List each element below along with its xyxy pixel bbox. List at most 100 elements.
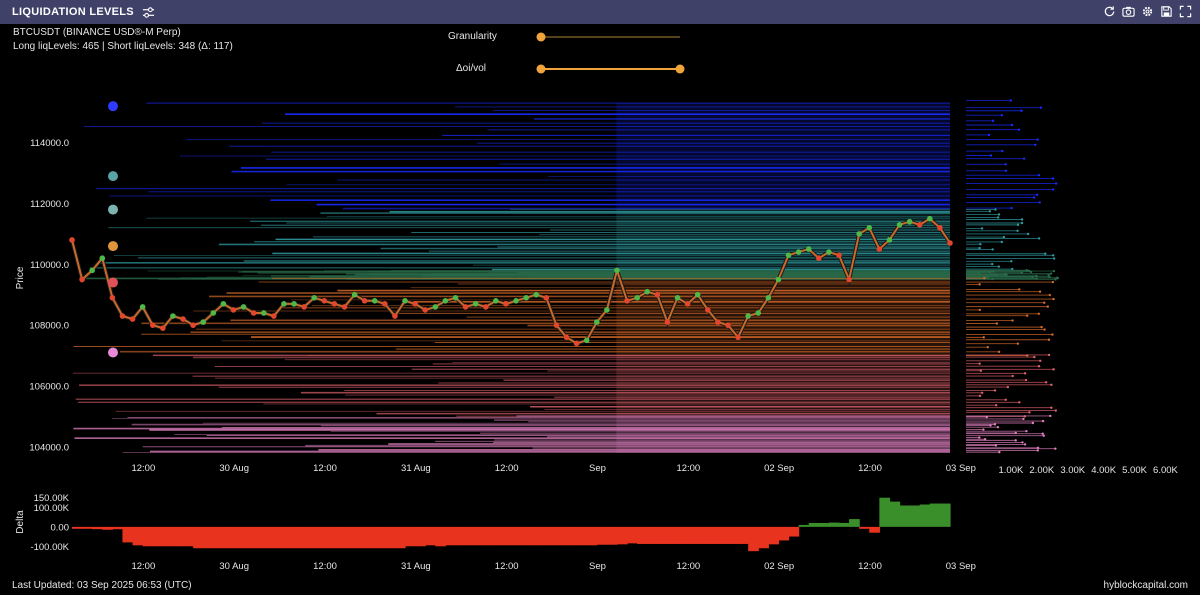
price-point	[412, 301, 418, 307]
histogram-dot	[1016, 229, 1019, 232]
delta-bar	[465, 526, 477, 546]
price-point	[533, 291, 540, 298]
price-point	[816, 255, 822, 262]
histogram-dot	[993, 389, 997, 392]
time-tick-label: 02 Sep	[764, 463, 794, 474]
histogram-dot	[1023, 443, 1027, 446]
price-point	[472, 301, 479, 307]
price-point	[624, 298, 630, 304]
histogram-dot	[1036, 138, 1039, 141]
price-point	[836, 252, 842, 258]
histogram-dot	[980, 391, 984, 394]
delta-bar	[899, 505, 911, 527]
price-point	[160, 325, 166, 331]
delta-bar	[344, 526, 356, 549]
price-point	[654, 291, 661, 298]
delta-bar	[415, 526, 426, 547]
price-point	[402, 298, 408, 304]
histogram-dot	[994, 404, 998, 407]
delta-bar	[283, 526, 295, 549]
delta-series	[72, 497, 951, 552]
histogram-dot	[1001, 149, 1004, 153]
histogram-dot	[1051, 177, 1055, 180]
price-point	[190, 322, 196, 328]
histogram-dot	[996, 425, 1000, 429]
price-point	[906, 218, 913, 225]
price-point	[856, 231, 862, 237]
histogram-dot	[996, 216, 1000, 219]
granularity-handle[interactable]	[536, 32, 546, 42]
histogram-dot	[1016, 342, 1020, 345]
price-point	[846, 276, 852, 283]
price-point	[392, 313, 398, 319]
delta-bar	[142, 526, 154, 547]
price-point	[281, 301, 287, 307]
chart-canvas: 104000.0 106000.0 108000.0 110000.0 112000.0…	[15, 32, 1179, 572]
price-point	[593, 319, 600, 325]
histogram-dot	[1025, 314, 1029, 317]
delta-bar	[828, 522, 840, 527]
delta-bar	[294, 526, 305, 549]
price-point	[311, 294, 318, 301]
histogram-dot	[1025, 268, 1028, 272]
price-point	[775, 276, 782, 283]
price-point	[331, 301, 338, 307]
price-tick-label: 112000.0	[30, 199, 69, 210]
delta-bar	[859, 526, 870, 529]
delta-tick-label: 100.00K	[34, 503, 70, 514]
price-axis-title: Price	[15, 266, 26, 289]
brand-label: hyblockcapital.com	[1103, 580, 1188, 591]
delta-bar	[394, 526, 406, 549]
histogram-dot	[1037, 312, 1040, 315]
histogram-tick-label: 6.00K	[1153, 465, 1178, 476]
histogram-dot	[1037, 365, 1041, 368]
delta-bar	[818, 522, 830, 527]
histogram-dot	[1047, 353, 1051, 357]
histogram-dot	[983, 276, 986, 280]
delta-tick-label: 0.00	[51, 522, 70, 533]
price-point	[644, 288, 651, 295]
histogram-dot	[1051, 333, 1054, 336]
price-point	[180, 316, 186, 322]
delta-bar	[727, 526, 739, 544]
histogram-dot	[978, 362, 981, 365]
price-point	[704, 307, 711, 313]
price-tick-label: 108000.0	[29, 321, 69, 332]
price-point	[553, 322, 560, 328]
delta-bar	[455, 526, 467, 546]
histogram-dot	[991, 119, 995, 123]
delta-bar	[909, 505, 921, 527]
price-point	[200, 319, 206, 325]
delta-bar	[687, 526, 699, 544]
delta-bar	[213, 526, 224, 549]
histogram-dot	[987, 133, 991, 137]
histogram-dot	[983, 438, 987, 441]
price-point	[785, 252, 792, 258]
price-point	[876, 246, 883, 252]
histogram-dot	[1054, 447, 1057, 450]
delta-bar	[314, 526, 325, 549]
delta-time-tick-label: Sep	[589, 561, 606, 572]
price-point	[765, 294, 772, 301]
delta-bar	[354, 526, 366, 549]
oi-vol-handle-min[interactable]	[536, 64, 546, 74]
histogram-dot	[1039, 106, 1043, 109]
histogram-dot	[1006, 385, 1010, 389]
histogram-dot	[978, 394, 982, 398]
delta-bar	[193, 526, 204, 549]
delta-bar	[677, 526, 689, 544]
delta-bar	[566, 526, 578, 546]
price-point	[735, 334, 741, 341]
time-tick-label: 03 Sep	[946, 463, 976, 474]
delta-bar	[707, 526, 719, 544]
delta-bar	[929, 503, 941, 527]
delta-time-tick-label: 31 Aug	[401, 561, 431, 572]
delta-bar	[889, 501, 901, 527]
histogram-dot	[982, 336, 985, 339]
oi-vol-handle-max[interactable]	[675, 64, 685, 74]
histogram-dot	[1034, 143, 1037, 147]
price-x-axis: 12:00 30 Aug 12:00 31 Aug 12:00 Sep 12:00 02 Se…	[131, 463, 975, 474]
histogram-dot	[1039, 359, 1042, 362]
histogram-dot	[1014, 439, 1017, 442]
delta-bar	[576, 526, 588, 546]
